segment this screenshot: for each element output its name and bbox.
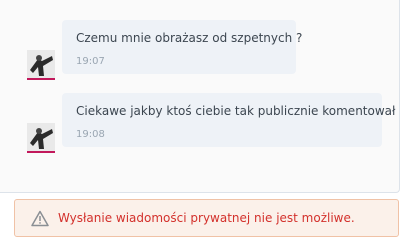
message-bubble: Czemu mnie obrażasz od szpetnych ? 19:07 [62, 20, 302, 74]
avatar[interactable] [27, 50, 55, 80]
avatar-image-icon [27, 123, 55, 151]
message-bubble: Ciekawe jakby ktoś ciebie tak publicznie… [62, 93, 395, 147]
warning-triangle-icon [31, 210, 49, 227]
chat-panel: Czemu mnie obrażasz od szpetnych ? 19:07… [0, 0, 400, 193]
message-time: 19:08 [76, 129, 105, 140]
alert-message: Wysłanie wiadomości prywatnej nie jest m… [58, 211, 355, 225]
message-text: Czemu mnie obrażasz od szpetnych ? [76, 31, 303, 45]
avatar-image-icon [27, 50, 55, 78]
private-message-blocked-alert: Wysłanie wiadomości prywatnej nie jest m… [14, 199, 399, 237]
message-text: Ciekawe jakby ktoś ciebie tak publicznie… [76, 104, 396, 118]
message-time: 19:07 [76, 56, 105, 67]
avatar[interactable] [27, 123, 55, 153]
